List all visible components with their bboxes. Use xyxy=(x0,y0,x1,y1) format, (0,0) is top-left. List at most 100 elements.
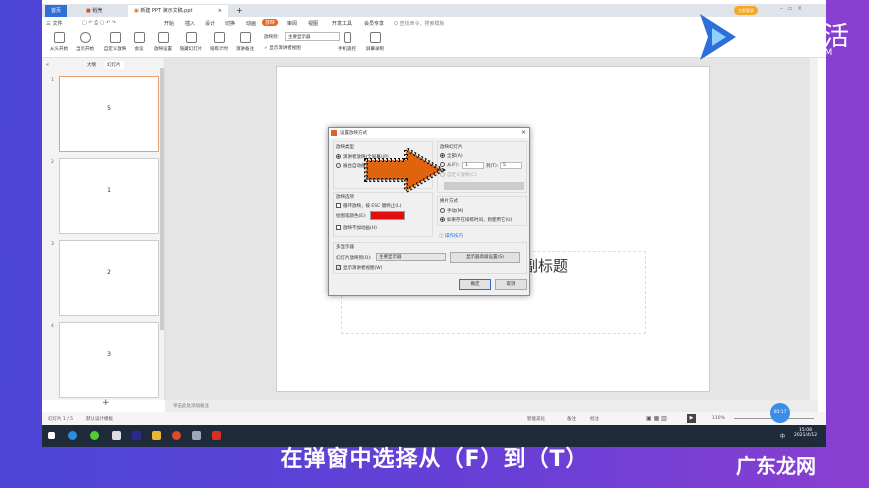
label: 放映不加动画(H) xyxy=(343,226,377,231)
show-options-group: 放映选项 循环放映，按 ESC 键终止(L) 绘图笔颜色(E): 放映不加动画(… xyxy=(333,192,433,237)
pen-color-picker[interactable] xyxy=(370,211,405,220)
group-title: 放映选项 xyxy=(336,195,354,200)
monitor-select[interactable]: 主要显示器 xyxy=(376,253,446,261)
presenter-view-checkbox[interactable]: ✓ 显示演讲者视图(W) xyxy=(336,265,382,271)
slide-thumbnail[interactable]: 3 xyxy=(59,322,159,398)
menu-member[interactable]: 会员专享 xyxy=(364,20,384,27)
app-icon[interactable] xyxy=(90,431,99,440)
speaker-notes-button[interactable]: 演讲备注 xyxy=(232,32,258,52)
group-title: 多显示器 xyxy=(336,245,354,250)
search-command[interactable]: Q 查找命令、搜索模板 xyxy=(394,20,445,27)
label: 如果存在排练时间，则使用它(U) xyxy=(447,218,513,223)
radio-timing[interactable]: 如果存在排练时间，则使用它(U) xyxy=(440,217,512,223)
slide-thumbnail[interactable]: 1 xyxy=(59,158,159,234)
to-input[interactable]: 5 xyxy=(500,162,522,169)
premiere-icon[interactable] xyxy=(132,431,141,440)
watermark-logo xyxy=(698,12,738,62)
wps-icon[interactable] xyxy=(212,431,221,440)
label: 自定义放映(C): xyxy=(447,173,478,178)
custom-show-button[interactable]: 自定义放映 xyxy=(102,32,128,52)
tab-outline[interactable]: 大纲 xyxy=(87,62,96,68)
tab-daoke[interactable]: ■ 稻壳 xyxy=(80,5,108,17)
play-icon[interactable]: ▶ xyxy=(687,414,696,423)
notes-button[interactable]: 备注 xyxy=(567,416,576,422)
menu-design[interactable]: 设计 xyxy=(205,20,215,27)
smart-beautify-button[interactable]: 智能美化 xyxy=(527,416,545,422)
close-icon[interactable]: × xyxy=(521,129,526,136)
from-current-button[interactable]: 当页开始 xyxy=(72,32,98,52)
custom-show-icon xyxy=(109,32,121,43)
notes-bar[interactable]: 单击此处添加备注 xyxy=(165,400,818,412)
menu-insert[interactable]: 插入 xyxy=(185,20,195,27)
hide-slide-icon xyxy=(185,32,197,43)
from-start-button[interactable]: 从头开始 xyxy=(46,32,72,52)
from-input[interactable]: 1 xyxy=(462,162,484,169)
tab-label: 稻壳 xyxy=(92,8,103,14)
ime-indicator[interactable]: 中 xyxy=(780,433,785,440)
display-settings-button[interactable]: 显示器高级设置(S) xyxy=(450,252,520,263)
close-icon[interactable]: × xyxy=(218,5,222,17)
menu-transition[interactable]: 切换 xyxy=(225,20,235,27)
add-slide-button[interactable]: + xyxy=(102,398,110,408)
slide-number: 1 xyxy=(51,78,54,83)
menu-review[interactable]: 审阅 xyxy=(287,20,297,27)
taskbar: 中 15:08 2021/4/12 xyxy=(42,425,826,447)
label: 自定义放映 xyxy=(103,47,127,52)
collapse-icon[interactable]: « xyxy=(46,62,49,68)
vertical-scrollbar[interactable] xyxy=(810,58,818,400)
file-menu[interactable]: 三 文件 xyxy=(46,20,63,27)
quick-access-icons[interactable]: ▢ ↶ ⎙ ▢ ↶ ↷ xyxy=(82,20,116,26)
tab-home[interactable]: 首页 xyxy=(45,5,68,17)
panel-scrollbar[interactable] xyxy=(160,68,164,330)
presenter-view-checkbox[interactable]: ✓ 显示演讲者视图 xyxy=(264,45,301,51)
menu-slideshow[interactable]: 放映 xyxy=(262,19,279,26)
radio-manual[interactable]: 手动(M) xyxy=(440,208,463,214)
view-mode-icons[interactable]: ▣ ▦ ▥ xyxy=(646,415,667,422)
menu-start[interactable]: 开始 xyxy=(164,20,174,27)
no-animation-checkbox[interactable]: 放映不加动画(H) xyxy=(336,225,377,231)
meeting-button[interactable]: 会议 xyxy=(126,32,152,52)
slide-thumbnail[interactable]: 5 xyxy=(59,76,159,152)
chrome-icon[interactable] xyxy=(172,431,181,440)
label: 从头开始 xyxy=(50,47,68,52)
comments-button[interactable]: 批注 xyxy=(590,416,599,422)
show-on-label: 幻灯片放映到(O): xyxy=(336,256,372,261)
slide-number: 3 xyxy=(51,242,54,247)
menu-animation[interactable]: 动画 xyxy=(246,20,256,27)
slide-thumbnail[interactable]: 2 xyxy=(59,240,159,316)
folder-icon[interactable] xyxy=(152,431,161,440)
screen-record-button[interactable]: 屏幕录制 xyxy=(362,32,388,52)
display-select[interactable]: 主要显示器 xyxy=(285,32,340,41)
advance-group: 换片方式 手动(M) 如果存在排练时间，则使用它(U) xyxy=(437,196,527,226)
play-icon xyxy=(53,32,65,43)
window-controls[interactable]: –▫× xyxy=(780,5,807,12)
app-icon[interactable] xyxy=(112,431,121,440)
label: 全部(A) xyxy=(447,154,463,159)
show-settings-button[interactable]: 放映设置 xyxy=(150,32,176,52)
tips-link[interactable]: ⓘ 操作技巧 xyxy=(439,233,463,239)
custom-show-select[interactable] xyxy=(444,182,524,190)
settings-icon xyxy=(157,32,169,43)
slide-number: 4 xyxy=(51,324,54,329)
new-tab-button[interactable]: + xyxy=(230,5,249,17)
cancel-button[interactable]: 取消 xyxy=(495,279,527,290)
start-icon[interactable] xyxy=(48,432,55,439)
rehearse-button[interactable]: 排练计时 xyxy=(206,32,232,52)
ok-button[interactable]: 确定 xyxy=(459,279,491,290)
phone-remote-button[interactable]: 手机遥控 xyxy=(334,32,360,52)
clock[interactable]: 15:08 2021/4/12 xyxy=(794,428,817,438)
label: 显示演讲者视图 xyxy=(269,46,301,51)
recording-timer: 00:17 xyxy=(770,403,790,423)
label: 排练计时 xyxy=(210,47,228,52)
menu-developer[interactable]: 开发工具 xyxy=(332,20,352,27)
edge-icon[interactable] xyxy=(68,431,77,440)
slide-number: 2 xyxy=(51,160,54,165)
ppt-icon: ▣ xyxy=(134,8,139,14)
wps-icon xyxy=(331,130,337,136)
menu-view[interactable]: 视图 xyxy=(308,20,318,27)
tab-slides[interactable]: 幻灯片 xyxy=(104,61,124,69)
app-icon[interactable] xyxy=(192,431,201,440)
hide-slide-button[interactable]: 隐藏幻灯片 xyxy=(178,32,204,52)
loop-checkbox[interactable]: 循环放映，按 ESC 键终止(L) xyxy=(336,203,401,209)
tab-document[interactable]: ▣ 新建 PPT 演示文稿.ppt × xyxy=(128,5,228,17)
